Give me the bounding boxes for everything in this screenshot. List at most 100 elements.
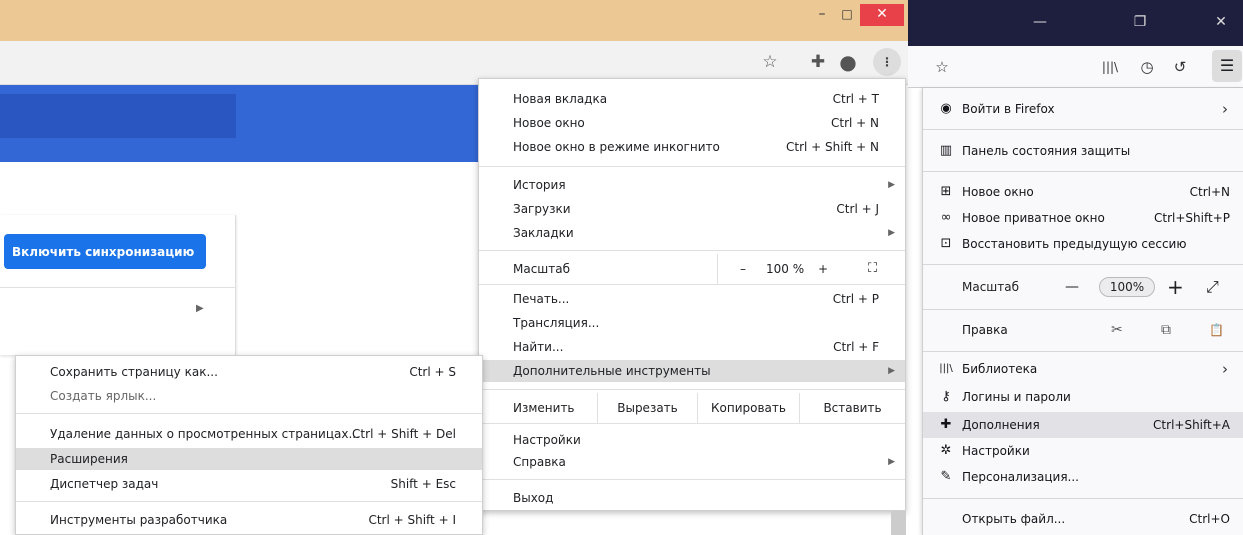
menu-more-tools[interactable]: Дополнительные инструменты ▶ <box>479 360 905 382</box>
submenu-dev-tools[interactable]: Инструменты разработчика Ctrl + Shift + … <box>16 509 482 531</box>
cut-icon[interactable]: ✂ <box>1111 315 1123 345</box>
menu-label: Удаление данных о просмотренных страница… <box>50 427 360 441</box>
menu-cast[interactable]: Трансляция... <box>479 312 905 334</box>
menu-label: Открыть файл... <box>962 512 1066 526</box>
menu-label: Масштаб <box>513 262 571 276</box>
copy-button[interactable]: Копировать <box>697 393 799 423</box>
menu-new-window[interactable]: Новое окно Ctrl + N <box>479 112 905 134</box>
maximize-button[interactable]: ❐ <box>1126 12 1154 32</box>
submenu-create-shortcut[interactable]: Создать ярлык... <box>16 385 482 407</box>
menu-library[interactable]: |||\ Библиотека › <box>923 356 1243 382</box>
menu-separator <box>479 423 905 424</box>
maximize-button[interactable]: □ <box>836 4 858 26</box>
enable-sync-button[interactable]: Включить синхронизацию <box>4 234 206 269</box>
gear-icon: ✲ <box>940 443 952 458</box>
menu-new-window[interactable]: ⊞ Новое окно Ctrl+N <box>923 179 1243 205</box>
close-button[interactable]: ✕ <box>1207 12 1235 32</box>
menu-settings[interactable]: Настройки <box>479 429 905 451</box>
undo-icon[interactable]: ↺ <box>1168 56 1192 78</box>
menu-label: Найти... <box>513 340 564 354</box>
menu-incognito-window[interactable]: Новое окно в режиме инкогнито Ctrl + Shi… <box>479 136 905 158</box>
menu-separator <box>923 129 1243 130</box>
menu-protection-dashboard[interactable]: ▥ Панель состояния защиты <box>923 138 1243 164</box>
row-arrow-icon[interactable]: ▶ <box>196 303 204 314</box>
menu-label: Трансляция... <box>513 316 600 330</box>
menu-settings[interactable]: ✲ Настройки <box>923 438 1243 464</box>
paste-button[interactable]: Вставить <box>799 393 905 423</box>
menu-shortcut: Ctrl+Shift+A <box>1153 418 1230 432</box>
menu-private-window[interactable]: ∞ Новое приватное окно Ctrl+Shift+P <box>923 205 1243 231</box>
zoom-controls: – 100 % + ⛶ <box>717 254 905 284</box>
menu-history[interactable]: История ▶ <box>479 174 905 196</box>
bookmark-star-icon[interactable]: ☆ <box>930 56 954 78</box>
cut-button[interactable]: Вырезать <box>597 393 697 423</box>
menu-separator <box>479 479 905 480</box>
library-icon: |||\ <box>939 363 953 374</box>
zoom-value: 100 % <box>766 262 805 276</box>
menu-exit[interactable]: Выход <box>479 487 905 509</box>
menu-shortcut: Ctrl + Shift + N <box>786 140 879 154</box>
menu-shortcut: Ctrl+Shift+P <box>1154 211 1230 225</box>
submenu-save-page[interactable]: Сохранить страницу как... Ctrl + S <box>16 361 482 383</box>
menu-restore-session[interactable]: ⊡ Восстановить предыдущую сессию <box>923 231 1243 257</box>
menu-edit-label: Изменить <box>513 401 575 415</box>
submenu-extensions[interactable]: Расширения <box>16 448 482 470</box>
fullscreen-icon[interactable]: ⛶ <box>868 254 877 284</box>
menu-separator <box>479 166 905 167</box>
menu-label: Настройки <box>513 433 581 447</box>
menu-label: Панель состояния защиты <box>962 144 1131 158</box>
zoom-in-button[interactable]: + <box>1167 271 1184 303</box>
menu-shortcut: Ctrl + P <box>832 292 879 306</box>
chevron-right-icon: › <box>1222 100 1228 118</box>
paste-icon[interactable]: 📋 <box>1209 315 1224 345</box>
menu-label: Новое приватное окно <box>962 211 1105 225</box>
sync-card: Включить синхронизацию ▶ <box>0 215 236 355</box>
menu-new-tab[interactable]: Новая вкладка Ctrl + T <box>479 88 905 110</box>
menu-customize[interactable]: ✎ Персонализация... <box>923 464 1243 490</box>
menu-downloads[interactable]: Загрузки Ctrl + J <box>479 198 905 220</box>
library-icon[interactable]: |||\ <box>1095 56 1125 78</box>
menu-edit-row: Изменить Вырезать Копировать Вставить <box>479 393 905 423</box>
menu-zoom: Масштаб – 100 % + ⛶ <box>479 254 905 284</box>
extensions-icon[interactable]: ✚ <box>806 51 830 73</box>
firefox-menu-button[interactable]: ☰ <box>1212 50 1242 82</box>
scrollbar[interactable] <box>891 511 906 535</box>
key-icon: ⚷ <box>941 389 951 404</box>
close-button[interactable]: ✕ <box>860 4 904 26</box>
menu-open-file[interactable]: Открыть файл... Ctrl+O <box>923 506 1243 532</box>
zoom-reset-button[interactable]: 100% <box>1099 277 1155 297</box>
copy-icon[interactable]: ⧉ <box>1161 315 1171 345</box>
history-icon[interactable]: ◷ <box>1135 56 1159 78</box>
menu-label: Персонализация... <box>962 470 1079 484</box>
menu-logins[interactable]: ⚷ Логины и пароли <box>923 384 1243 410</box>
menu-label: Закладки <box>513 226 574 240</box>
fullscreen-icon[interactable]: ⤢ <box>1206 271 1219 303</box>
banner-block <box>0 94 236 138</box>
zoom-in-button[interactable]: + <box>818 254 828 284</box>
menu-shortcut: Ctrl+N <box>1189 185 1230 199</box>
menu-label: Создать ярлык... <box>50 389 157 403</box>
minimize-button[interactable]: — <box>1026 12 1054 32</box>
menu-sign-in[interactable]: ◉ Войти в Firefox › <box>923 96 1243 122</box>
menu-print[interactable]: Печать... Ctrl + P <box>479 288 905 310</box>
menu-bookmarks[interactable]: Закладки ▶ <box>479 222 905 244</box>
chrome-main-menu: Новая вкладка Ctrl + T Новое окно Ctrl +… <box>478 78 906 511</box>
menu-label: Выход <box>513 491 554 505</box>
private-mask-icon: ∞ <box>940 210 952 225</box>
zoom-out-button[interactable]: — <box>1065 271 1079 303</box>
menu-label: Загрузки <box>513 202 571 216</box>
zoom-label: Масштаб <box>962 280 1020 294</box>
menu-help[interactable]: Справка ▶ <box>479 451 905 473</box>
bookmark-star-icon[interactable]: ☆ <box>758 51 782 73</box>
chrome-titlebar: – □ ✕ <box>0 0 908 41</box>
submenu-task-manager[interactable]: Диспетчер задач Shift + Esc <box>16 473 482 495</box>
menu-addons[interactable]: ✚ Дополнения Ctrl+Shift+A <box>923 412 1243 438</box>
profile-icon[interactable]: ● <box>836 51 860 73</box>
menu-find[interactable]: Найти... Ctrl + F <box>479 336 905 358</box>
zoom-out-button[interactable]: – <box>740 254 746 284</box>
dashboard-icon: ▥ <box>939 143 953 158</box>
submenu-clear-data[interactable]: Удаление данных о просмотренных страница… <box>16 423 482 445</box>
chrome-menu-button[interactable]: ⋮ <box>873 48 901 76</box>
menu-label: Логины и пароли <box>962 390 1071 404</box>
minimize-button[interactable]: – <box>812 4 832 26</box>
